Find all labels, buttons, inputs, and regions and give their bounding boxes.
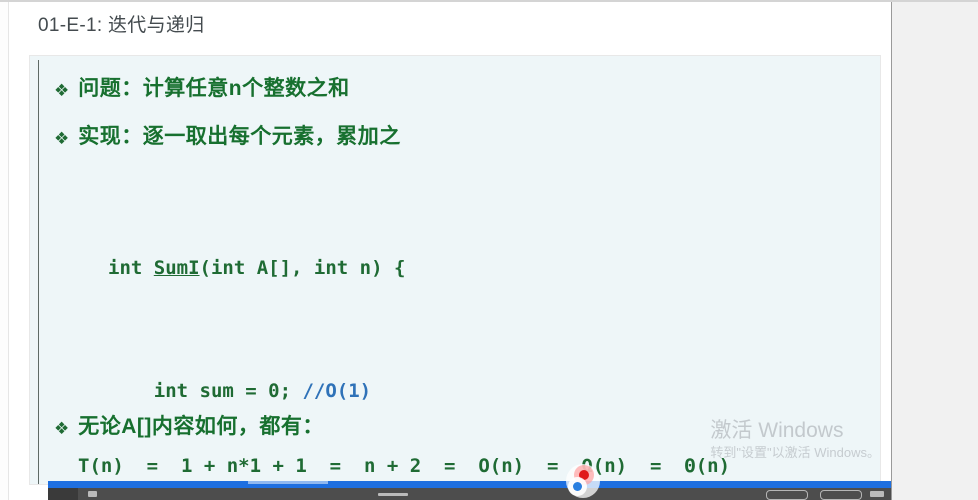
code-function-name: SumI xyxy=(153,257,200,279)
pointer-blue-dot-icon xyxy=(573,482,582,491)
laser-pointer-cursor xyxy=(566,464,600,498)
window-left-strip xyxy=(0,2,8,500)
player-time-label xyxy=(378,493,408,496)
code-line-declare-sum: int sum = 0; //O(1) xyxy=(108,371,543,412)
bullet-label-problem: 问题：计算任意n个整数之和 xyxy=(78,77,350,100)
bullet-item-problem: ❖ 问题：计算任意n个整数之和 xyxy=(54,77,350,101)
code-line-signature: int SumI(int A[], int n) { xyxy=(108,248,543,289)
video-player-toolbar[interactable] xyxy=(48,488,891,500)
app-root: 01-E-1: 迭代与递归 ❖ 问题：计算任意n个整数之和 ❖ 实现：逐一取出每… xyxy=(0,0,978,500)
video-buffer-indicator xyxy=(248,481,328,484)
bullet-label-implementation: 实现：逐一取出每个元素，累加之 xyxy=(78,125,401,148)
video-progress-bar[interactable] xyxy=(48,481,891,488)
slide-content-area: ❖ 问题：计算任意n个整数之和 ❖ 实现：逐一取出每个元素，累加之 int Su… xyxy=(30,56,880,484)
code-keyword-int: int xyxy=(108,257,154,279)
right-side-panel xyxy=(892,2,978,500)
diamond-bullet-icon: ❖ xyxy=(54,419,70,439)
bullet-item-implementation: ❖ 实现：逐一取出每个元素，累加之 xyxy=(54,125,401,149)
code-comment: //O(1) xyxy=(302,380,372,402)
code-text: int sum = 0; xyxy=(153,380,303,402)
player-play-button[interactable] xyxy=(48,488,78,500)
window-top-border xyxy=(0,0,978,2)
window-left-divider xyxy=(8,2,9,500)
complexity-formula: T(n) = 1 + n*1 + 1 = n + 2 = O(n) = Ω(n)… xyxy=(78,455,731,477)
player-volume-icon[interactable] xyxy=(88,491,97,497)
bullet-item-conclusion: ❖ 无论A[]内容如何，都有： xyxy=(54,415,324,439)
code-signature-rest: (int A[], int n) { xyxy=(199,257,406,279)
diamond-bullet-icon: ❖ xyxy=(54,81,70,101)
player-fullscreen-icon[interactable] xyxy=(870,491,884,497)
diamond-bullet-icon: ❖ xyxy=(54,129,70,149)
bullet-label-conclusion: 无论A[]内容如何，都有： xyxy=(78,415,324,438)
page-title: 01-E-1: 迭代与递归 xyxy=(38,15,205,36)
player-speed-button[interactable] xyxy=(766,490,808,500)
player-quality-button[interactable] xyxy=(820,490,862,500)
slide-content: ❖ 问题：计算任意n个整数之和 ❖ 实现：逐一取出每个元素，累加之 int Su… xyxy=(30,56,880,484)
